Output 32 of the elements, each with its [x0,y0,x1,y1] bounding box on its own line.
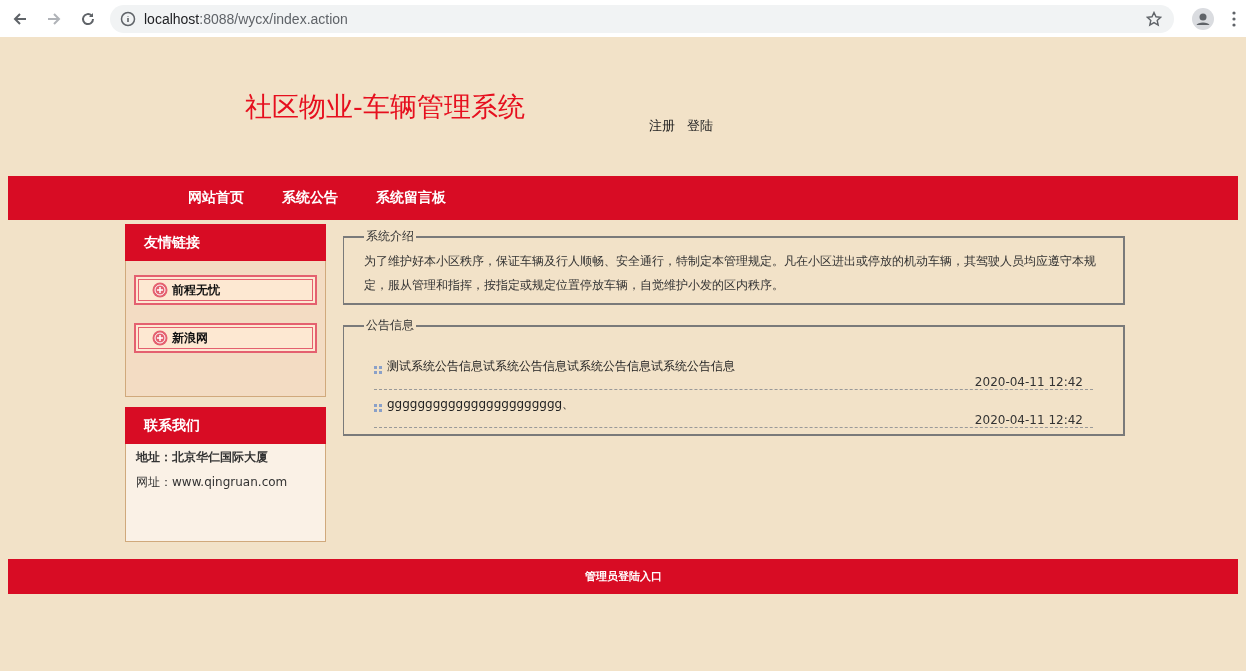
account-icon[interactable] [1192,7,1214,30]
address-bar[interactable]: localhost:8088/wycx/index.action [110,4,1174,33]
bullet-icon [374,365,382,374]
plus-circle-icon [152,282,168,298]
site-title: 社区物业-车辆管理系统 [245,90,525,124]
admin-login-link[interactable]: 管理员登陆入口 [584,569,662,584]
reload-icon[interactable] [80,10,96,27]
header-link[interactable]: 登陆 [686,117,713,135]
friend-link[interactable]: 前程无忧 [134,275,317,305]
contact-text: 网址：www.qingruan.com [136,474,289,491]
notice-time: 2020-04-11 12:42 [973,413,1084,427]
nav-link[interactable]: 网站首页 [188,189,244,207]
contact-text: 地址：北京华仁国际大厦 [136,449,269,466]
panel-header: 联系我们 [125,407,326,444]
notice-link[interactable]: ggggggggggggggggggggggg、 [387,396,575,413]
star-icon[interactable] [1146,10,1162,27]
friend-link[interactable]: 新浪网 [134,323,317,353]
info-icon [120,10,136,27]
header-link[interactable]: 注册 [648,117,675,135]
panel-header: 友情链接 [125,224,326,261]
url-text: localhost:8088/wycx/index.action [144,10,348,27]
notice-link[interactable]: 测试系统公告信息试系统公告信息试系统公告信息试系统公告信息 [387,358,735,375]
section-title: 系统介绍 [365,228,415,245]
nav-link[interactable]: 系统公告 [282,189,338,207]
nav-link[interactable]: 系统留言板 [376,189,446,207]
intro-text: 为了维护好本小区秩序，保证车辆及行人顺畅、安全通行，特制定本管理规定。凡在小区进出或停放的机动车辆，其驾驶人员均应遵守本规定，服从管理和指挥，按指定或规定位置停放车辆，自觉维护小发的区内秩序。 [364,253,1097,294]
menu-icon[interactable] [1232,10,1236,27]
plus-circle-icon [152,330,168,346]
section-title: 公告信息 [365,317,415,334]
bullet-icon [374,403,382,412]
back-icon[interactable] [12,10,28,27]
notice-time: 2020-04-11 12:42 [973,375,1084,389]
